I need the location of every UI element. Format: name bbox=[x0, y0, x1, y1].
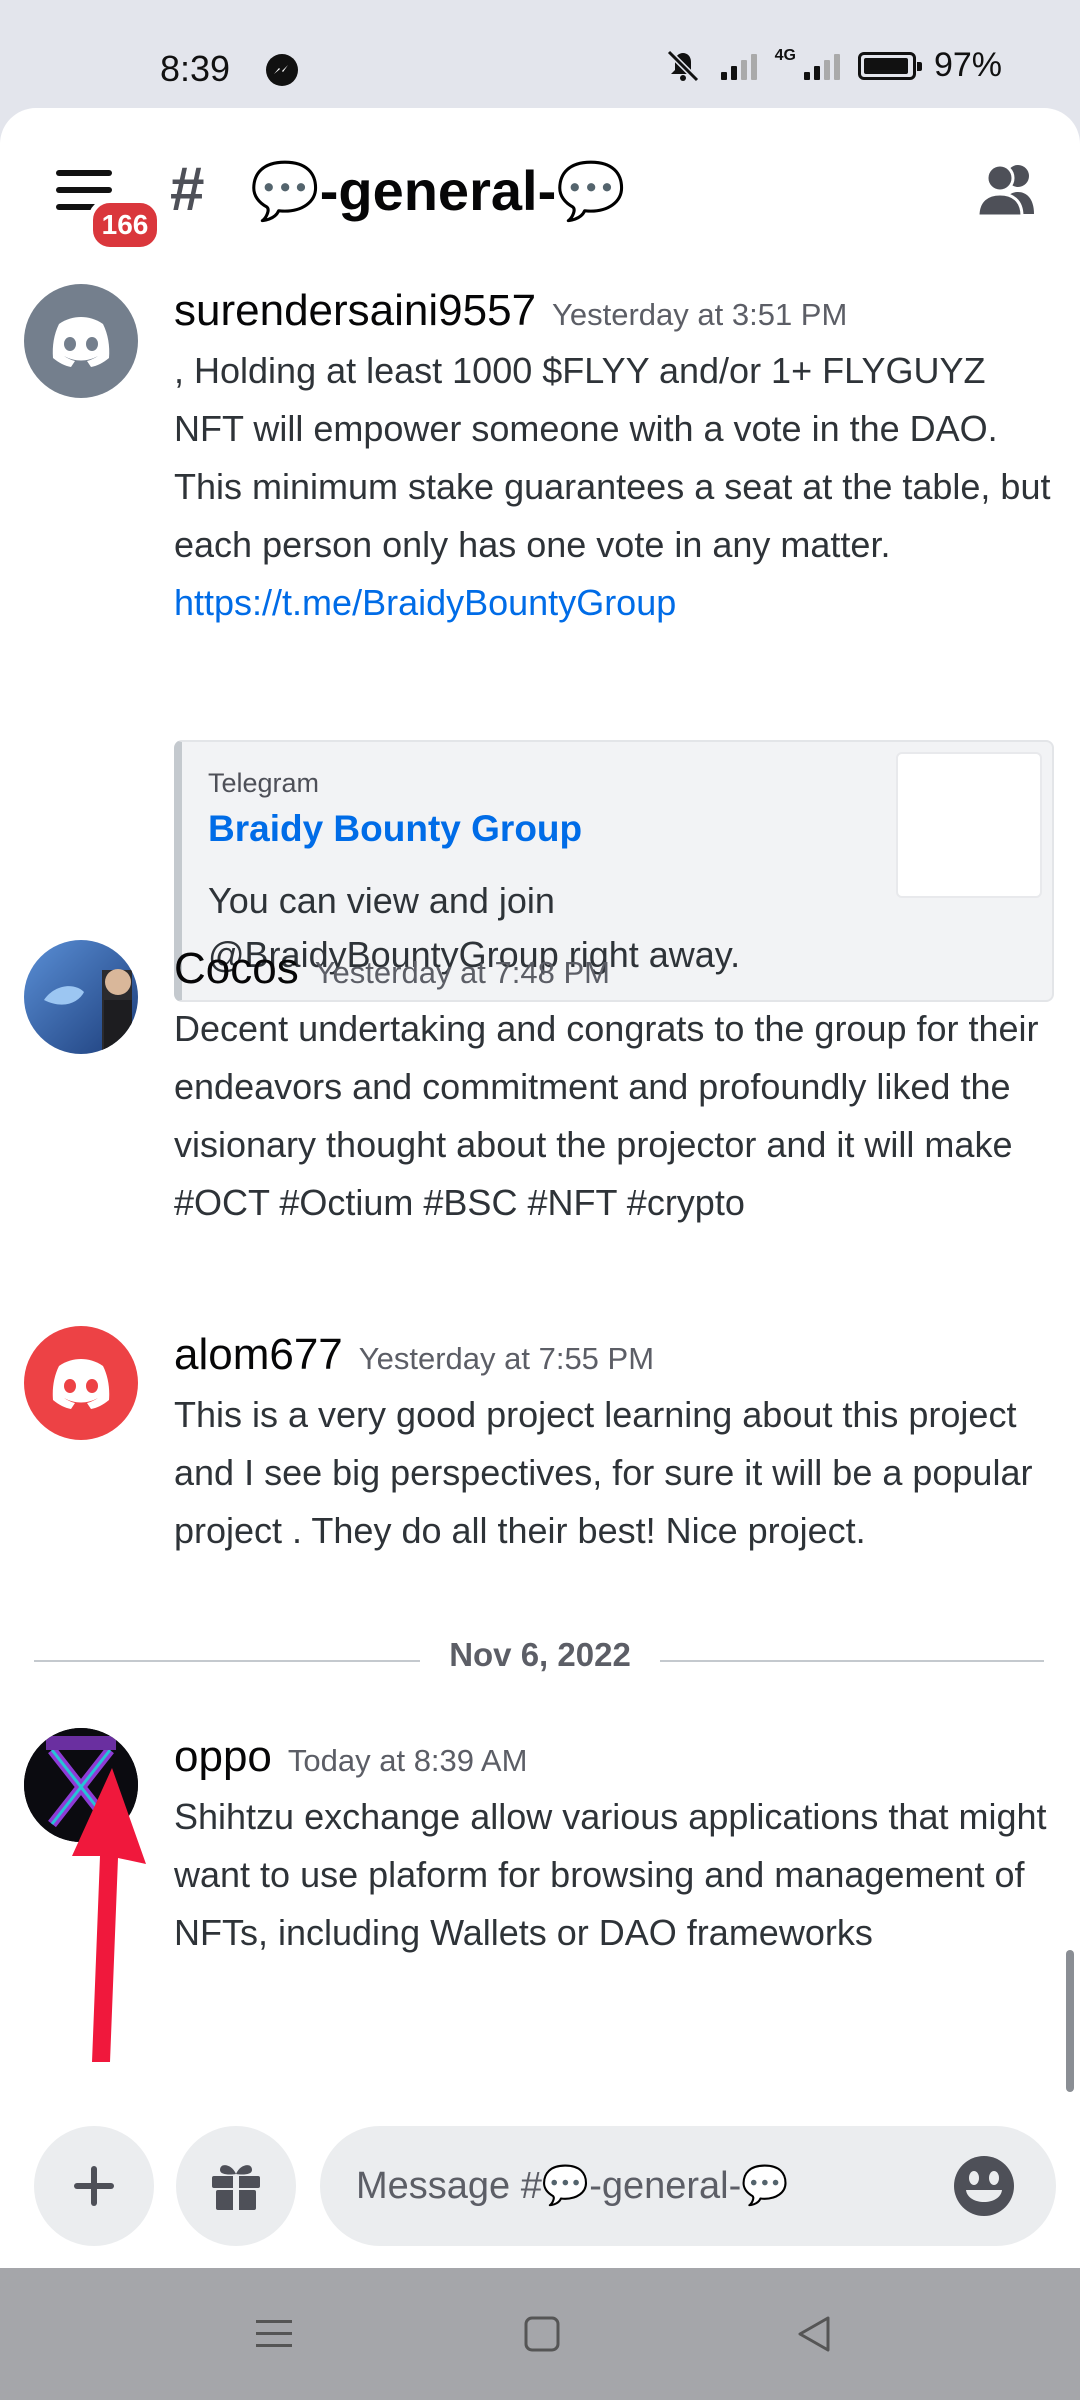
signal-strength-2-icon bbox=[803, 52, 840, 80]
embed-thumbnail bbox=[896, 752, 1042, 898]
home-icon[interactable] bbox=[518, 2310, 566, 2358]
message-composer: Message #💬-general-💬 bbox=[0, 2106, 1080, 2268]
plus-icon bbox=[74, 2166, 114, 2206]
channel-title[interactable]: 💬-general-💬 bbox=[250, 158, 626, 224]
channel-view: 166 # 💬-general-💬 surendersaini9557 Yeste… bbox=[0, 108, 1080, 2268]
unread-badge: 166 bbox=[88, 198, 162, 252]
timestamp: Yesterday at 7:55 PM bbox=[358, 1341, 655, 1376]
timestamp: Yesterday at 3:51 PM bbox=[552, 297, 848, 332]
date-divider-label: Nov 6, 2022 bbox=[420, 1636, 660, 1674]
message-link[interactable]: https://t.me/BraidyBountyGroup bbox=[174, 582, 676, 623]
emoji-icon[interactable] bbox=[952, 2154, 1016, 2218]
battery-percent: 97% bbox=[933, 46, 1002, 84]
message-text-content: Decent undertaking and congrats to the g… bbox=[174, 1008, 1039, 1165]
message-text: , Holding at least 1000 $FLYY and/or 1+ … bbox=[174, 342, 1054, 632]
avatar-image bbox=[24, 940, 138, 1054]
status-icons: 4G 97% bbox=[663, 46, 1002, 85]
members-icon[interactable] bbox=[974, 160, 1044, 220]
message-input-placeholder: Message #💬-general-💬 bbox=[356, 2165, 789, 2207]
status-bar: 8:39 4G 97% bbox=[0, 0, 1080, 108]
hash-icon: # bbox=[170, 155, 205, 224]
embed-title[interactable]: Braidy Bounty Group bbox=[208, 808, 582, 850]
scrollbar[interactable] bbox=[1066, 1950, 1074, 2092]
gift-nitro-button[interactable] bbox=[176, 2126, 296, 2246]
message-text: This is a very good project learning abo… bbox=[174, 1394, 1033, 1551]
message-input[interactable]: Message #💬-general-💬 bbox=[320, 2126, 1056, 2246]
signal-strength-icon bbox=[720, 52, 757, 80]
back-icon[interactable] bbox=[790, 2310, 838, 2358]
system-navigation-bar bbox=[0, 2268, 1080, 2400]
timestamp: Yesterday at 7:48 PM bbox=[314, 955, 610, 990]
mute-bell-icon bbox=[666, 49, 699, 82]
embed-provider: Telegram bbox=[208, 768, 320, 798]
add-attachment-button[interactable] bbox=[34, 2126, 154, 2246]
messenger-notification-icon bbox=[266, 54, 298, 86]
gift-icon bbox=[212, 2165, 260, 2210]
username[interactable]: oppo bbox=[174, 1732, 272, 1781]
message-text-content: , Holding at least 1000 $FLYY and/or 1+ … bbox=[174, 350, 1051, 565]
avatar[interactable] bbox=[24, 940, 138, 1054]
annotation-arrow-icon bbox=[72, 1768, 146, 2062]
message-hashtags: #OCT #Octium #BSC #NFT #crypto bbox=[174, 1182, 745, 1223]
avatar[interactable] bbox=[24, 284, 138, 398]
recent-apps-icon[interactable] bbox=[250, 2310, 298, 2358]
battery-icon bbox=[857, 51, 922, 80]
username[interactable]: surendersaini9557 bbox=[174, 286, 536, 335]
network-type: 4G bbox=[774, 46, 796, 64]
channel-header: 166 # 💬-general-💬 bbox=[0, 108, 1080, 278]
timestamp: Today at 8:39 AM bbox=[287, 1743, 528, 1778]
status-time: 8:39 bbox=[160, 48, 231, 89]
message-text: Decent undertaking and congrats to the g… bbox=[174, 1000, 1054, 1232]
username[interactable]: alom677 bbox=[174, 1330, 343, 1379]
discord-logo-icon bbox=[52, 317, 110, 367]
discord-logo-icon bbox=[52, 1359, 110, 1409]
avatar[interactable] bbox=[24, 1326, 138, 1440]
username[interactable]: Cocos bbox=[174, 944, 299, 993]
message-text: Shihtzu exchange allow various applicati… bbox=[174, 1796, 1047, 1953]
